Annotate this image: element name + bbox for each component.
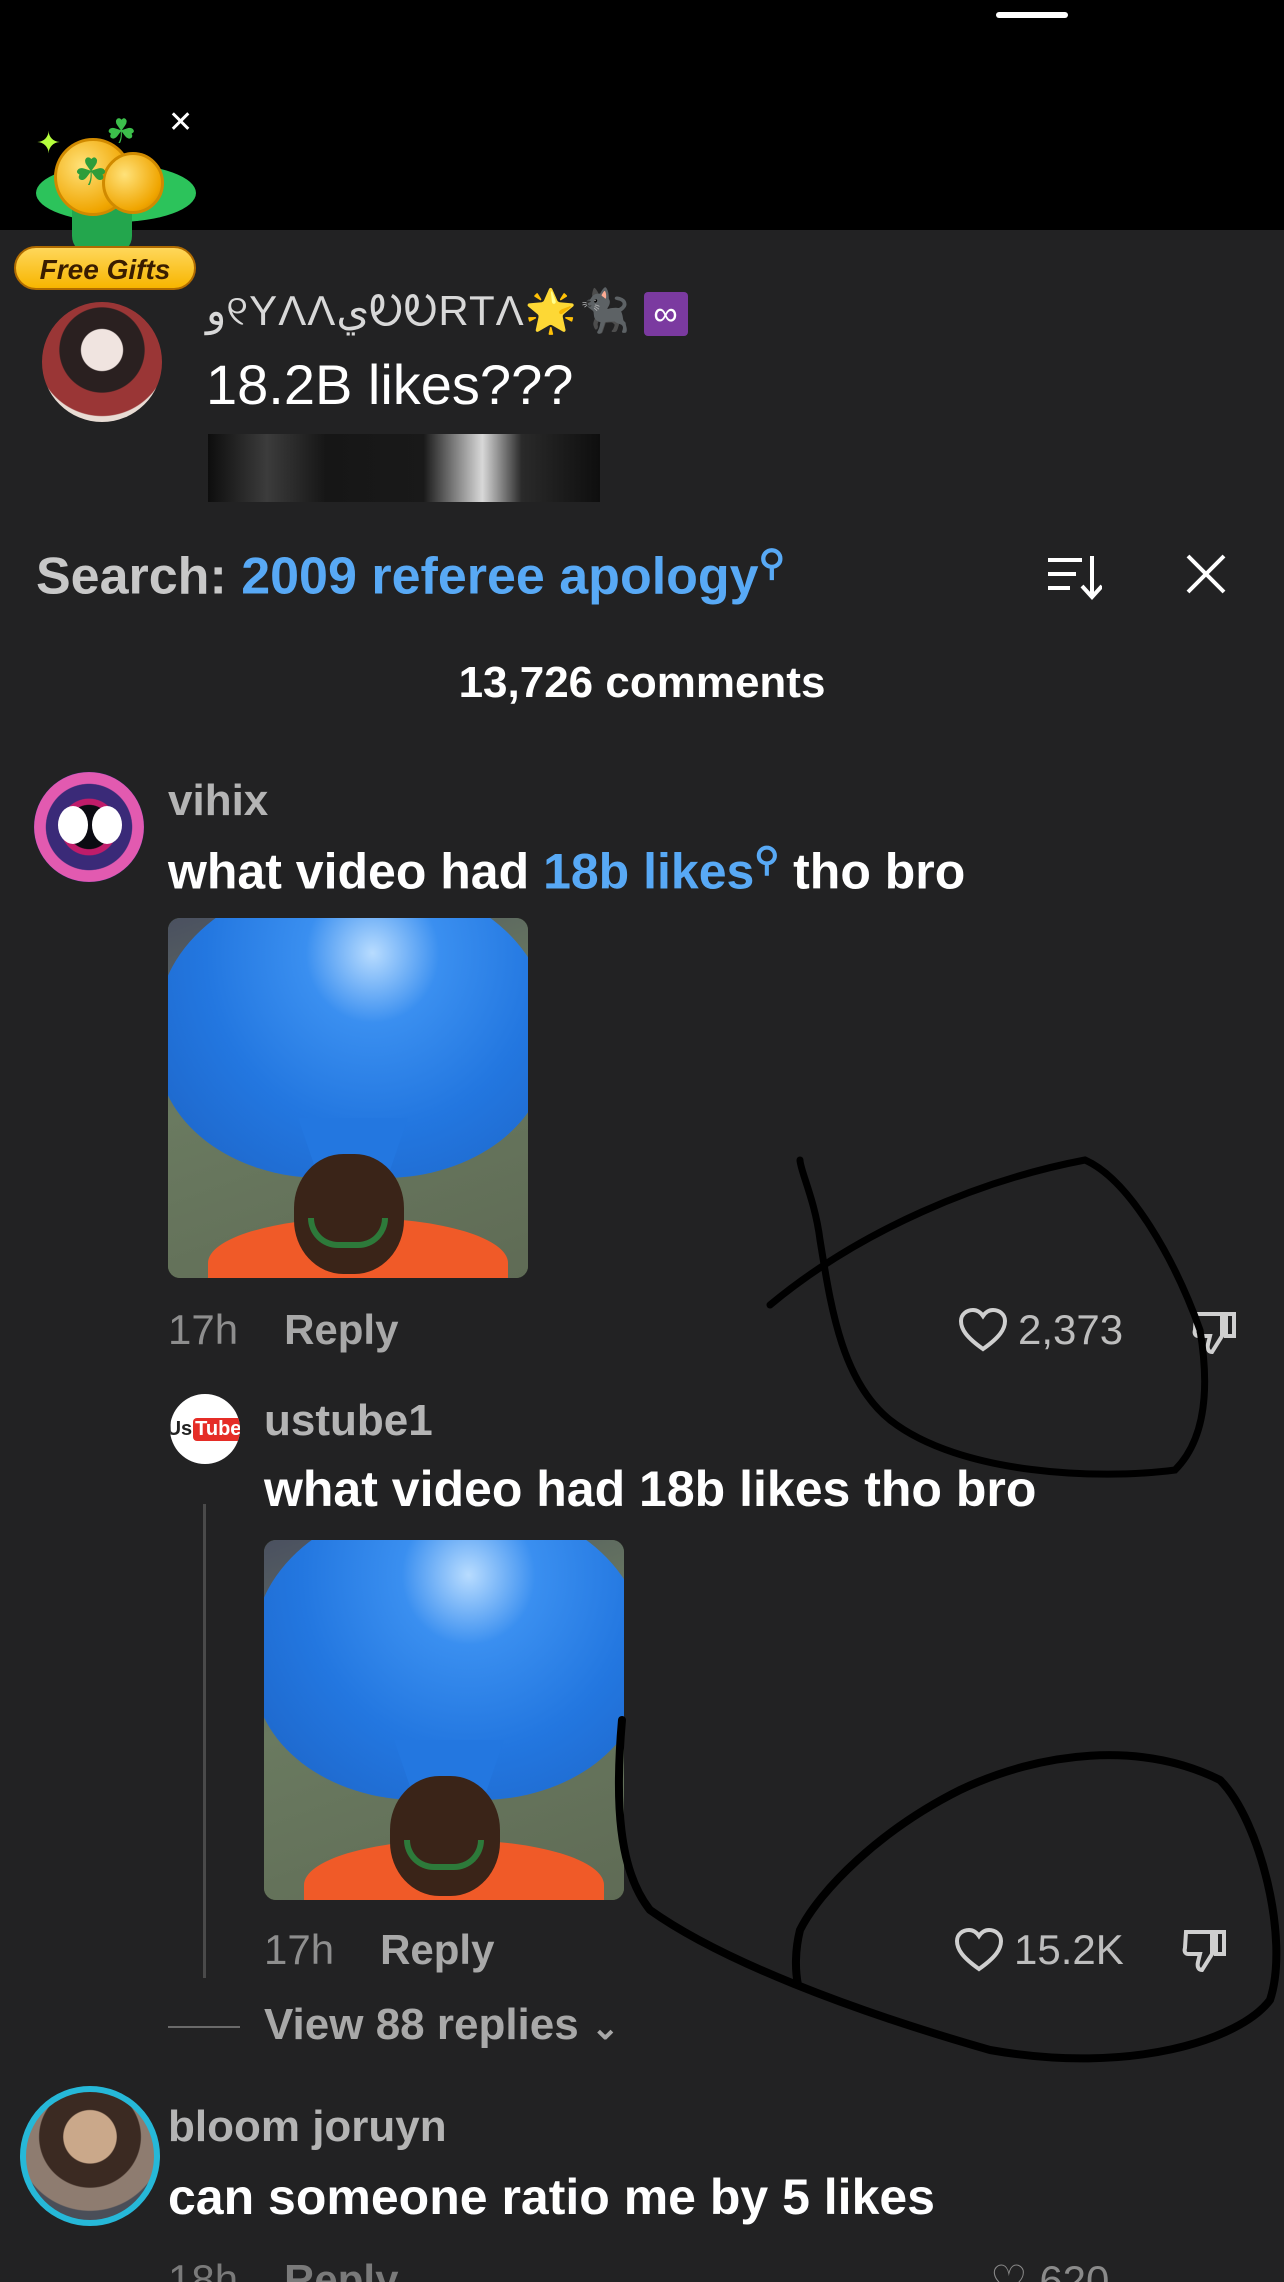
mask-eye (58, 806, 88, 844)
comment-count: 13,726 comments (458, 658, 826, 707)
free-gifts-widget[interactable]: ☘ ☘ ✦ ✕ Free Gifts (14, 108, 200, 294)
reply-button[interactable]: Reply (284, 1306, 398, 1353)
mask-eye (92, 806, 122, 844)
like-count: 15.2K (1014, 1926, 1124, 1973)
comment-text: can someone ratio me by 5 likes (168, 2169, 935, 2225)
heart-icon (954, 1927, 1004, 1972)
reply-button[interactable]: Reply (380, 1926, 494, 1973)
comment-text-post: tho bro (779, 843, 966, 900)
like-button[interactable]: ♡ 620 (990, 2256, 1109, 2282)
like-button[interactable]: 15.2K (954, 1926, 1124, 1974)
search-label: Search: (36, 547, 227, 606)
clover-icon: ☘ (106, 113, 137, 151)
free-gifts-label[interactable]: Free Gifts (14, 246, 196, 290)
avatar[interactable] (34, 772, 144, 882)
comment-meta: 17h Reply (168, 1306, 398, 1354)
comment-text: what video had 18b likes⚲ tho bro (168, 840, 965, 901)
username[interactable]: vihix (168, 776, 268, 826)
username-text: ﻭ୧YΛΛيᎧᎧRTΛ🌟🐈‍⬛ (206, 287, 632, 334)
comment-meta: 18h Reply (168, 2256, 398, 2282)
username[interactable]: ﻭ୧YΛΛيᎧᎧRTΛ🌟🐈‍⬛ ∞ (206, 286, 688, 336)
avatar[interactable]: Us Tube (170, 1394, 240, 1464)
like-button[interactable]: 2,373 (958, 1306, 1123, 1354)
comment-time: 17h (168, 1306, 239, 1353)
infinity-badge-icon: ∞ (643, 291, 688, 336)
search-icon[interactable]: ⚲ (759, 542, 785, 583)
comment-image[interactable] (168, 918, 528, 1278)
comment-image[interactable] (264, 1540, 624, 1900)
view-replies-label: View 88 replies (264, 2000, 579, 2049)
home-indicator (996, 12, 1068, 18)
dislike-icon[interactable] (1190, 1308, 1238, 1356)
clover-icon: ☘ (74, 152, 109, 194)
image-face (390, 1776, 500, 1896)
avatar-logo-text: Us (170, 1417, 193, 1440)
comment-time: 17h (264, 1926, 335, 1973)
view-replies-button[interactable]: View 88 replies ⌄ (264, 2000, 619, 2050)
image-face (294, 1154, 404, 1274)
heart-icon: ♡ (990, 2257, 1028, 2282)
avatar[interactable] (42, 302, 162, 422)
comment-image[interactable] (208, 434, 600, 502)
search-icon[interactable]: ⚲ (754, 841, 779, 879)
search-query[interactable]: 2009 referee apology (241, 547, 758, 605)
heart-icon (958, 1307, 1008, 1352)
dislike-icon[interactable] (1180, 1926, 1228, 1974)
comment-text-pre: what video had (168, 843, 544, 900)
sort-icon[interactable] (1046, 552, 1102, 602)
search-header[interactable]: Search: 2009 referee apology⚲ (36, 542, 785, 606)
avatar-logo-text: Tube (193, 1417, 240, 1441)
search-suggestion-link[interactable]: 18b likes (543, 844, 754, 900)
like-count: 620 (1039, 2257, 1110, 2282)
coin-icon (102, 152, 164, 214)
comment-text: 18.2B likes??? (206, 353, 574, 416)
reply-button[interactable]: Reply (284, 2256, 398, 2282)
chevron-down-icon: ⌄ (590, 2009, 620, 2047)
avatar[interactable] (20, 2086, 160, 2226)
username[interactable]: ustube1 (264, 1396, 433, 1446)
comment-text: what video had 18b likes tho bro (264, 1461, 1037, 1517)
sparkle-icon: ✦ (36, 127, 62, 160)
comment-meta: 17h Reply (264, 1926, 494, 1974)
thread-line (203, 1504, 206, 1978)
close-icon[interactable]: ✕ (168, 108, 193, 138)
divider (168, 2026, 240, 2028)
comment-time: 18h (168, 2256, 239, 2282)
username[interactable]: bloom joruyn (168, 2102, 447, 2152)
like-count: 2,373 (1018, 1306, 1124, 1353)
close-icon[interactable] (1184, 552, 1228, 596)
